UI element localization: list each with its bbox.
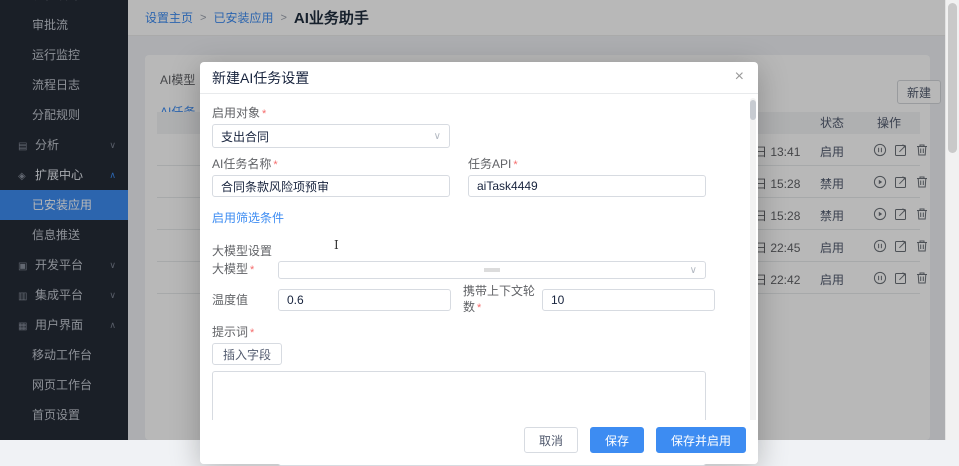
dialog-body: 启用对象* 支出合同 ∨ AI任务名称* 任务API* 启用筛选条件 大模型设置 [212, 95, 706, 466]
chevron-down-icon: ∨ [434, 131, 441, 142]
enable-target-label: 启用对象* [212, 105, 706, 122]
required-asterisk: * [250, 327, 254, 339]
select-value-artifact [484, 268, 500, 272]
cancel-button[interactable]: 取消 [524, 427, 578, 453]
temperature-field[interactable] [278, 289, 451, 311]
page-scrollbar[interactable] [945, 0, 959, 440]
dialog-header: 新建AI任务设置 × [200, 62, 758, 94]
required-asterisk: * [477, 302, 481, 314]
context-rounds-label: 携带上下文轮数* [463, 283, 542, 316]
task-api-field[interactable] [468, 175, 706, 197]
insert-field-button[interactable]: 插入字段 [212, 343, 282, 365]
temperature-row: 温度值 携带上下文轮数* [212, 283, 706, 316]
model-settings-section-label: 大模型设置 [212, 243, 706, 259]
required-asterisk: * [513, 159, 517, 171]
large-model-label: 大模型* [212, 261, 278, 278]
task-name-label: AI任务名称* [212, 156, 450, 173]
dialog-scrollbar[interactable] [750, 98, 756, 462]
page-scrollbar-thumb[interactable] [948, 3, 957, 153]
required-asterisk: * [262, 108, 266, 120]
context-rounds-field[interactable] [542, 289, 715, 311]
dialog-scrollbar-thumb[interactable] [750, 100, 756, 120]
save-button[interactable]: 保存 [590, 427, 644, 453]
task-name-field[interactable] [212, 175, 450, 197]
save-and-enable-button[interactable]: 保存并启用 [656, 427, 746, 453]
close-icon[interactable]: × [735, 67, 744, 88]
enable-target-value: 支出合同 [221, 128, 269, 145]
required-asterisk: * [273, 159, 277, 171]
dialog-footer: 取消 保存 保存并启用 [200, 420, 758, 464]
new-ai-task-dialog: 新建AI任务设置 × 启用对象* 支出合同 ∨ AI任务名称* 任务API* [200, 62, 758, 464]
enable-target-select[interactable]: 支出合同 ∨ [212, 124, 450, 148]
chevron-down-icon: ∨ [690, 265, 697, 276]
large-model-select[interactable]: ∨ [278, 261, 706, 279]
dialog-title: 新建AI任务设置 [212, 68, 309, 88]
prompt-label: 提示词* [212, 324, 706, 341]
temperature-label: 温度值 [212, 292, 278, 308]
large-model-row: 大模型* ∨ [212, 259, 706, 279]
required-asterisk: * [250, 264, 254, 276]
task-api-label: 任务API* [468, 156, 706, 173]
enable-filter-link[interactable]: 启用筛选条件 [212, 209, 284, 226]
